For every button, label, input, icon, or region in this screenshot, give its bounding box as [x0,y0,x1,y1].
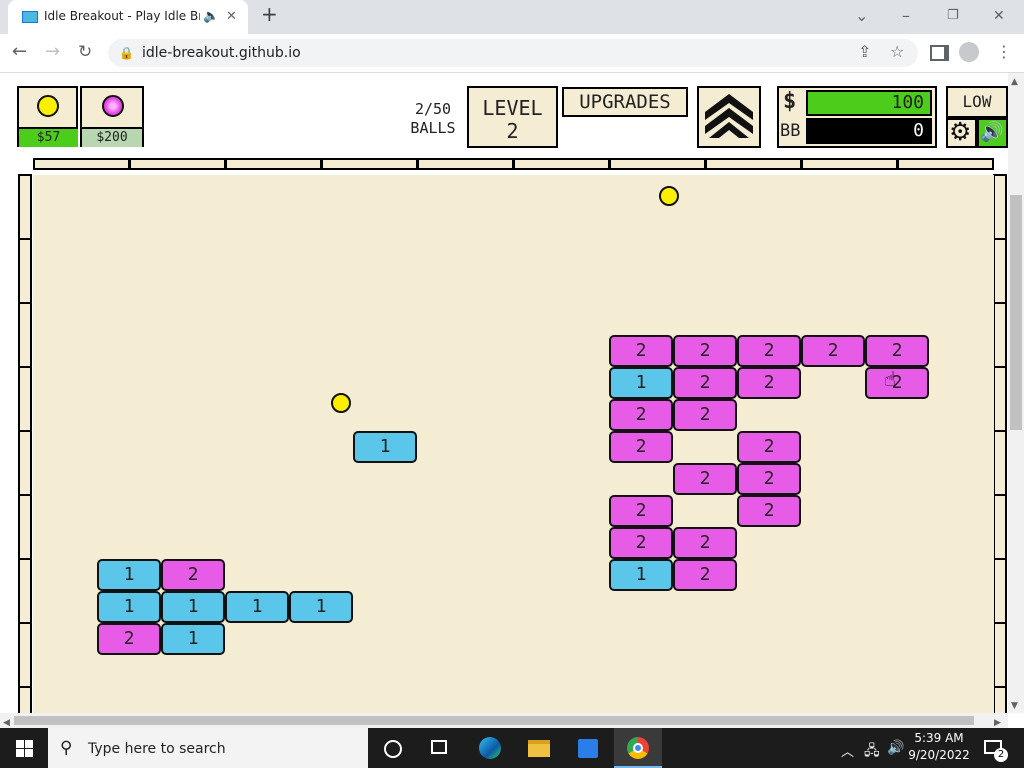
vertical-scroll-thumb[interactable] [1010,195,1022,430]
menu-kebab-icon[interactable]: ⋮ [996,44,1012,60]
bb-value: 0 [806,118,932,144]
maximize-button[interactable]: ❐ [947,8,959,24]
basic-ball-price: $57 [19,127,78,147]
forward-arrow-icon[interactable]: → [45,43,60,61]
brick[interactable]: 2 [673,335,737,367]
brick[interactable]: 2 [737,335,801,367]
scroll-down-arrow-icon[interactable]: ▼ [1011,698,1018,714]
store-icon[interactable] [578,739,598,758]
brick[interactable]: 2 [609,335,673,367]
brick[interactable]: 1 [97,559,161,591]
new-tab-button[interactable]: + [261,4,278,24]
brick[interactable]: 2 [673,559,737,591]
bb-symbol: BB [780,121,801,141]
horizontal-scroll-thumb[interactable] [14,716,974,725]
plasma-ball-icon [102,95,124,117]
url-text[interactable]: idle-breakout.github.io [142,45,301,61]
brick[interactable]: 2 [737,367,801,399]
prestige-button[interactable] [697,86,761,148]
tab-close-icon[interactable]: ✕ [226,9,237,25]
brick[interactable]: 1 [289,591,353,623]
brick[interactable]: 1 [161,591,225,623]
top-wall [33,158,994,174]
edge-icon[interactable] [479,737,501,759]
minimize-button[interactable]: – [902,8,910,24]
gear-icon: ⚙ [949,117,972,146]
playfield[interactable]: 222221222221222222221212111121 [33,175,994,715]
clock-time[interactable]: 5:39 AM [913,731,965,745]
reload-icon[interactable]: ↻ [78,44,92,61]
back-arrow-icon[interactable]: ← [12,43,27,61]
money-symbol: $ [783,89,797,114]
balls-count: 2/50 [414,100,452,118]
brick[interactable]: 2 [161,559,225,591]
tab-favicon-icon [22,11,38,23]
quality-toggle[interactable]: LOW [946,86,1008,118]
brick[interactable]: 2 [673,527,737,559]
tab-title: Idle Breakout - Play Idle Brea [44,9,200,23]
brick[interactable]: 2 [865,367,929,399]
money-value: 100 [806,90,932,116]
ball [659,186,679,206]
clock-date[interactable]: 9/20/2022 [908,748,970,762]
search-icon: ⚲ [60,738,73,758]
plasma-ball-price: $200 [82,127,142,147]
profile-avatar[interactable] [959,42,979,62]
right-wall [993,174,1008,726]
brick[interactable]: 2 [801,335,865,367]
brick[interactable]: 1 [225,591,289,623]
brick[interactable]: 2 [609,431,673,463]
brick[interactable]: 1 [97,591,161,623]
brick[interactable]: 1 [609,367,673,399]
file-explorer-icon[interactable] [528,740,550,757]
cortana-icon[interactable] [384,740,402,758]
brick[interactable]: 1 [161,623,225,655]
level-value: 2 [506,119,519,143]
windows-start-icon[interactable] [16,740,33,757]
brick[interactable]: 2 [865,335,929,367]
volume-icon[interactable]: 🔊 [887,740,904,756]
balls-label: BALLS [410,119,456,137]
basic-ball-icon [37,95,59,117]
bookmark-star-icon[interactable]: ☆ [890,44,904,60]
network-icon[interactable]: 🖧 [864,740,880,764]
upgrades-button[interactable]: UPGRADES [562,87,688,117]
search-placeholder[interactable]: Type here to search [88,741,226,757]
brick[interactable]: 2 [673,399,737,431]
brick[interactable]: 2 [737,431,801,463]
close-window-button[interactable]: ✕ [993,8,1005,24]
ball [331,393,351,413]
hand-cursor-icon: ☝ [884,367,897,391]
share-icon[interactable]: ⇪ [858,44,871,60]
brick[interactable]: 2 [609,399,673,431]
chevron-up-tray-icon[interactable]: ︿ [841,741,854,760]
left-wall [18,174,33,726]
brick[interactable]: 2 [673,367,737,399]
brick[interactable]: 2 [97,623,161,655]
brick[interactable]: 1 [353,431,417,463]
brick[interactable]: 2 [737,463,801,495]
tab-search-chevron-icon[interactable]: ⌄ [855,8,868,24]
task-view-icon[interactable] [431,740,447,754]
chevron-up-icon [705,94,753,138]
tab-audio-icon[interactable]: 🔈 [203,9,219,25]
brick[interactable]: 1 [609,559,673,591]
speaker-icon: 🔊 [980,121,1004,143]
chrome-icon[interactable] [627,737,649,759]
scroll-up-arrow-icon[interactable]: ▲ [1011,74,1018,90]
brick[interactable]: 2 [673,463,737,495]
brick[interactable]: 2 [609,495,673,527]
lock-icon[interactable]: 🔒 [119,45,134,61]
level-label: LEVEL [482,96,543,120]
brick[interactable]: 2 [737,495,801,527]
brick[interactable]: 2 [609,527,673,559]
side-panel-icon[interactable] [930,45,949,61]
notification-count: 2 [994,748,1008,762]
